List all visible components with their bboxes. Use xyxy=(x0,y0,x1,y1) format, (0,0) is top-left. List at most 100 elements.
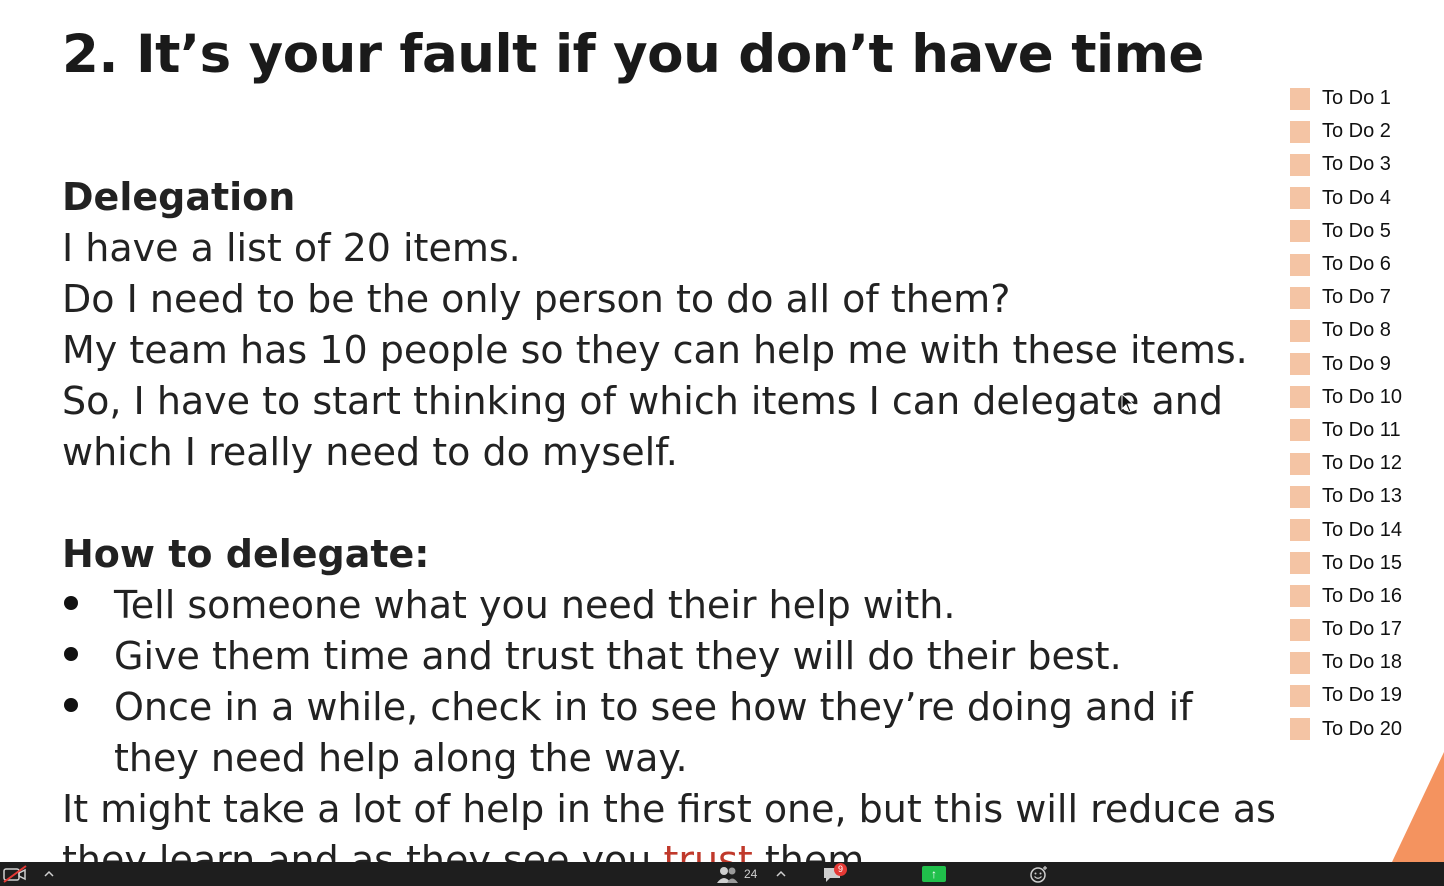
todo-label: To Do 16 xyxy=(1322,584,1403,607)
bullet-item: Tell someone what you need their help wi… xyxy=(62,580,1272,631)
caret-up-icon[interactable] xyxy=(776,865,786,883)
how-to-bullet-list: Tell someone what you need their help wi… xyxy=(62,580,1272,784)
participants-count: 24 xyxy=(744,867,758,881)
slide-title: 2. It’s your fault if you don’t have tim… xyxy=(62,24,1204,85)
todo-box-icon xyxy=(1290,286,1310,309)
closing-line: It might take a lot of help in the first… xyxy=(62,787,1276,831)
delegation-heading: Delegation xyxy=(62,175,296,219)
bullet-item: Once in a while, check in to see how the… xyxy=(62,682,1272,784)
todo-label: To Do 14 xyxy=(1322,518,1403,541)
todo-label: To Do 19 xyxy=(1322,684,1403,707)
todo-box-icon xyxy=(1290,87,1310,110)
todo-list: To Do 1 To Do 2 To Do 3 To Do 4 To Do 5 To Do… xyxy=(1290,82,1430,746)
todo-item: To Do 3 xyxy=(1290,148,1430,181)
share-screen-button[interactable]: ↑ xyxy=(922,865,946,883)
bullet-dot-icon xyxy=(64,698,78,712)
todo-item: To Do 4 xyxy=(1290,182,1430,215)
todo-box-icon xyxy=(1290,684,1310,707)
video-off-icon[interactable] xyxy=(2,865,28,883)
todo-item: To Do 12 xyxy=(1290,447,1430,480)
todo-label: To Do 12 xyxy=(1322,452,1403,475)
todo-box-icon xyxy=(1290,419,1310,442)
todo-item: To Do 7 xyxy=(1290,281,1430,314)
todo-label: To Do 7 xyxy=(1322,286,1391,309)
todo-label: To Do 1 xyxy=(1322,87,1391,110)
todo-item: To Do 18 xyxy=(1290,646,1430,679)
delegation-line: Do I need to be the only person to do al… xyxy=(62,277,1011,321)
todo-item: To Do 8 xyxy=(1290,314,1430,347)
closing-line-2-suffix: them. xyxy=(752,838,877,862)
todo-item: To Do 6 xyxy=(1290,248,1430,281)
caret-up-icon[interactable] xyxy=(44,865,54,883)
todo-box-icon xyxy=(1290,319,1310,342)
mouse-cursor-icon xyxy=(1121,393,1135,413)
todo-box-icon xyxy=(1290,552,1310,575)
reactions-icon xyxy=(1030,866,1047,883)
todo-label: To Do 13 xyxy=(1322,485,1403,508)
bullet-text: Once in a while, check in to see how the… xyxy=(114,685,1193,780)
slide-body: Delegation I have a list of 20 items. Do… xyxy=(62,172,1276,862)
todo-label: To Do 15 xyxy=(1322,551,1403,574)
bullet-dot-icon xyxy=(64,647,78,661)
chat-badge: 9 xyxy=(834,863,847,876)
todo-box-icon xyxy=(1290,120,1310,143)
closing-line-2-prefix: they learn and as they see you xyxy=(62,838,664,862)
todo-box-icon xyxy=(1290,253,1310,276)
trust-highlight: trust xyxy=(663,838,753,862)
todo-item: To Do 15 xyxy=(1290,547,1430,580)
share-screen-icon: ↑ xyxy=(922,866,946,882)
todo-box-icon xyxy=(1290,585,1310,608)
todo-item: To Do 10 xyxy=(1290,381,1430,414)
todo-item: To Do 1 xyxy=(1290,82,1430,115)
presentation-slide: 2. It’s your fault if you don’t have tim… xyxy=(0,0,1444,862)
closing-line-2: they learn and as they see you trust the… xyxy=(62,835,1272,862)
todo-label: To Do 17 xyxy=(1322,618,1403,641)
todo-label: To Do 2 xyxy=(1322,120,1391,143)
meeting-toolbar: 24 9 ↑ xyxy=(0,862,1444,886)
todo-box-icon xyxy=(1290,485,1310,508)
bullet-item: Give them time and trust that they will … xyxy=(62,631,1272,682)
todo-item: To Do 11 xyxy=(1290,414,1430,447)
todo-item: To Do 14 xyxy=(1290,513,1430,546)
todo-label: To Do 3 xyxy=(1322,153,1391,176)
todo-label: To Do 6 xyxy=(1322,253,1391,276)
todo-box-icon xyxy=(1290,220,1310,243)
delegation-line: I have a list of 20 items. xyxy=(62,226,521,270)
delegation-line: which I really need to do myself. xyxy=(62,430,678,474)
todo-item: To Do 20 xyxy=(1290,713,1430,746)
delegation-line: My team has 10 people so they can help m… xyxy=(62,328,1248,372)
todo-item: To Do 19 xyxy=(1290,679,1430,712)
todo-box-icon xyxy=(1290,386,1310,409)
todo-box-icon xyxy=(1290,519,1310,542)
todo-label: To Do 10 xyxy=(1322,385,1403,408)
todo-label: To Do 4 xyxy=(1322,186,1391,209)
how-to-heading: How to delegate: xyxy=(62,532,430,576)
todo-label: To Do 11 xyxy=(1322,418,1401,441)
decorative-corner-shape xyxy=(1392,752,1444,862)
todo-item: To Do 2 xyxy=(1290,115,1430,148)
participants-icon xyxy=(717,867,738,883)
todo-item: To Do 17 xyxy=(1290,613,1430,646)
todo-box-icon xyxy=(1290,618,1310,641)
reactions-button[interactable] xyxy=(1028,865,1050,883)
todo-box-icon xyxy=(1290,452,1310,475)
todo-label: To Do 18 xyxy=(1322,651,1403,674)
todo-label: To Do 5 xyxy=(1322,219,1391,242)
participants-button[interactable]: 24 xyxy=(716,865,757,883)
bullet-text: Tell someone what you need their help wi… xyxy=(114,583,956,627)
todo-label: To Do 8 xyxy=(1322,319,1391,342)
todo-box-icon xyxy=(1290,651,1310,674)
todo-label: To Do 9 xyxy=(1322,352,1391,375)
todo-box-icon xyxy=(1290,718,1310,741)
todo-label: To Do 20 xyxy=(1322,717,1403,740)
todo-item: To Do 13 xyxy=(1290,480,1430,513)
delegation-line: So, I have to start thinking of which it… xyxy=(62,379,1223,423)
bullet-dot-icon xyxy=(64,596,78,610)
chat-button[interactable]: 9 xyxy=(822,863,848,883)
todo-box-icon xyxy=(1290,353,1310,376)
todo-box-icon xyxy=(1290,153,1310,176)
todo-item: To Do 16 xyxy=(1290,580,1430,613)
todo-item: To Do 5 xyxy=(1290,215,1430,248)
bullet-text: Give them time and trust that they will … xyxy=(114,634,1122,678)
